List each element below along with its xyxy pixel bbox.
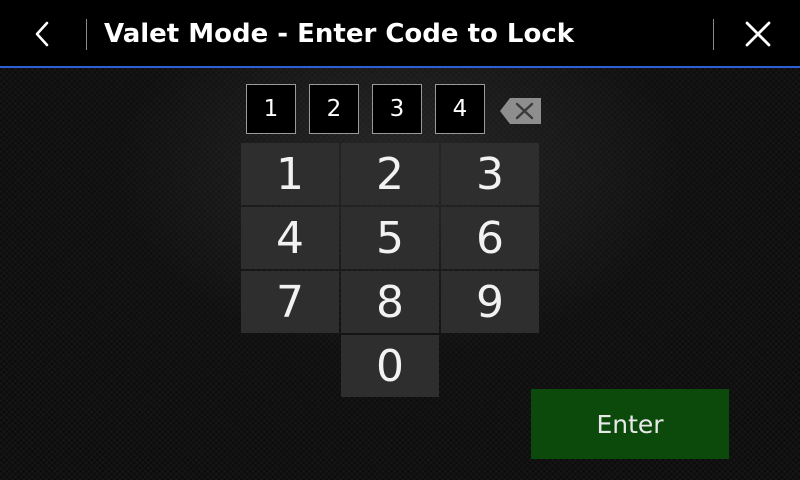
key-6[interactable]: 6 [441, 207, 539, 269]
page-title: Valet Mode - Enter Code to Lock [104, 19, 575, 49]
backspace-button[interactable] [498, 96, 544, 126]
valet-mode-screen: Valet Mode - Enter Code to Lock 1 2 3 4 … [0, 0, 800, 480]
chevron-left-icon [35, 21, 49, 47]
key-4[interactable]: 4 [241, 207, 339, 269]
key-0[interactable]: 0 [341, 335, 439, 397]
code-digit-1: 1 [246, 84, 296, 134]
key-9[interactable]: 9 [441, 271, 539, 333]
key-7[interactable]: 7 [241, 271, 339, 333]
header-divider-right [713, 19, 714, 50]
close-button[interactable] [726, 8, 790, 60]
key-8[interactable]: 8 [341, 271, 439, 333]
code-digit-4: 4 [435, 84, 485, 134]
close-icon [745, 21, 771, 47]
header-bar: Valet Mode - Enter Code to Lock [0, 0, 800, 68]
code-digit-2: 2 [309, 84, 359, 134]
code-digit-3: 3 [372, 84, 422, 134]
header-divider-left [86, 19, 87, 50]
key-3[interactable]: 3 [441, 143, 539, 205]
numeric-keypad: 1 2 3 4 5 6 7 8 9 0 [241, 143, 541, 399]
key-2[interactable]: 2 [341, 143, 439, 205]
enter-button[interactable]: Enter [531, 389, 729, 459]
key-1[interactable]: 1 [241, 143, 339, 205]
key-5[interactable]: 5 [341, 207, 439, 269]
back-button[interactable] [10, 8, 74, 60]
backspace-icon [500, 98, 541, 124]
